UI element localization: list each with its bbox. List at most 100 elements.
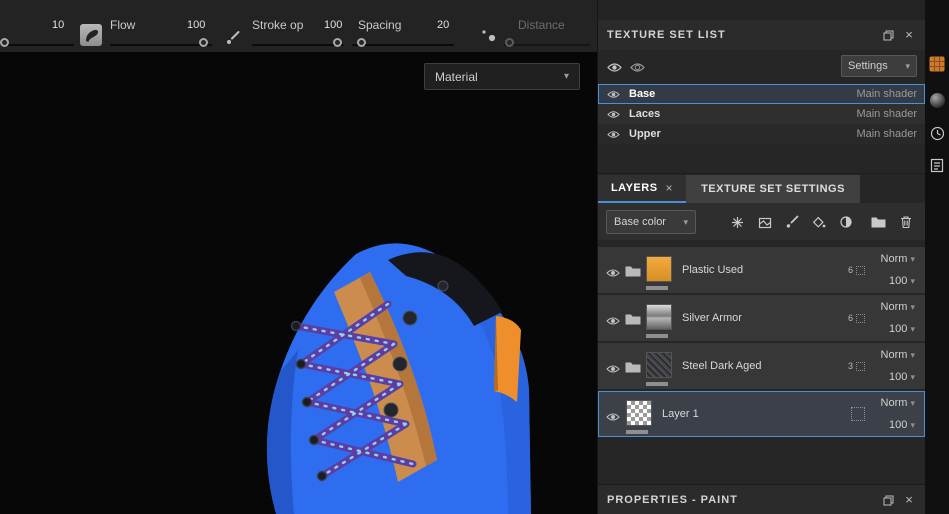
display-settings-sphere-icon[interactable] bbox=[929, 92, 945, 108]
distance-slider-track[interactable] bbox=[504, 44, 590, 46]
dock-top-spacer bbox=[598, 0, 925, 20]
layers-toolbar: Base color ▾ bbox=[598, 203, 925, 240]
opacity-field[interactable]: 100 ▾ bbox=[889, 275, 915, 287]
trash-icon[interactable] bbox=[898, 214, 914, 230]
app-window: 10 Flow 100 Stroke op 100 Spacing 20 Dis… bbox=[0, 0, 949, 514]
dotted-box-icon bbox=[851, 407, 865, 421]
layer-thumbnail[interactable] bbox=[626, 400, 652, 426]
layer-mask-bar bbox=[646, 382, 668, 386]
panel-tabs: LAYERS × TEXTURE SET SETTINGS bbox=[598, 175, 925, 203]
opacity-field[interactable]: 100 ▾ bbox=[889, 419, 915, 431]
layer-row-silver-armor[interactable]: Silver Armor 6 Norm ▾ 100 ▾ bbox=[598, 295, 925, 341]
brush-stroke-icon bbox=[86, 29, 99, 42]
viewport-3d[interactable]: Material ▾ bbox=[0, 52, 597, 514]
settings-dropdown-label: Settings bbox=[848, 60, 888, 72]
texture-set-row-laces[interactable]: Laces Main shader bbox=[598, 104, 925, 124]
flow-slider-track[interactable] bbox=[110, 44, 212, 46]
smudge-icon[interactable] bbox=[838, 214, 854, 230]
size-slider-track[interactable] bbox=[2, 44, 74, 46]
layer-effects-badge: 6 bbox=[848, 313, 865, 323]
close-icon[interactable]: × bbox=[666, 181, 674, 195]
effects-count: 6 bbox=[847, 313, 853, 323]
size-slider-knob[interactable] bbox=[0, 38, 9, 47]
chevron-down-icon: ▾ bbox=[910, 398, 915, 408]
blend-mode-dropdown[interactable]: Norm ▾ bbox=[881, 253, 915, 265]
properties-title: PROPERTIES - PAINT bbox=[607, 493, 738, 506]
close-icon[interactable]: × bbox=[902, 28, 916, 42]
log-icon[interactable] bbox=[929, 157, 945, 173]
close-icon[interactable]: × bbox=[902, 493, 916, 507]
properties-header: PROPERTIES - PAINT × bbox=[598, 484, 925, 514]
chevron-down-icon: ▾ bbox=[683, 216, 688, 227]
texture-set-row-base[interactable]: Base Main shader bbox=[598, 84, 925, 104]
folder-icon bbox=[625, 264, 641, 282]
eye-icon[interactable] bbox=[606, 313, 620, 331]
dotted-box-icon bbox=[856, 265, 865, 275]
layer-name: Layer 1 bbox=[662, 408, 699, 420]
tab-layers[interactable]: LAYERS × bbox=[598, 175, 686, 203]
brush-preview-button[interactable] bbox=[80, 24, 102, 46]
layer-row-layer-1[interactable]: Layer 1 Norm ▾ 100 ▾ bbox=[598, 391, 925, 437]
folder-icon bbox=[625, 312, 641, 330]
layer-name: Steel Dark Aged bbox=[682, 360, 762, 372]
texture-set-list-header: TEXTURE SET LIST × bbox=[598, 20, 925, 50]
eye-icon[interactable] bbox=[607, 130, 620, 139]
eye-outline-icon[interactable] bbox=[630, 60, 645, 78]
layer-thumbnail[interactable] bbox=[646, 352, 672, 378]
size-value: 10 bbox=[52, 19, 65, 31]
undock-icon[interactable] bbox=[881, 28, 895, 42]
history-icon[interactable] bbox=[929, 125, 945, 141]
layer-mask-bar bbox=[646, 334, 668, 338]
chevron-down-icon: ▾ bbox=[910, 372, 915, 382]
texture-set-name: Upper bbox=[629, 128, 661, 140]
channel-dropdown[interactable]: Base color ▾ bbox=[606, 210, 696, 234]
texture-set-name: Laces bbox=[629, 108, 661, 120]
settings-dropdown[interactable]: Settings ▾ bbox=[841, 55, 917, 77]
layer-effects-badge bbox=[851, 407, 865, 421]
add-effect-icon[interactable] bbox=[729, 214, 745, 230]
blend-mode-dropdown[interactable]: Norm ▾ bbox=[881, 349, 915, 361]
stamp-icon[interactable] bbox=[757, 214, 773, 230]
texture-set-row-upper[interactable]: Upper Main shader bbox=[598, 124, 925, 144]
channel-dropdown-label: Base color bbox=[614, 216, 666, 228]
spacing-slider-knob[interactable] bbox=[357, 38, 366, 47]
texture-set-filter-row: Settings ▾ bbox=[598, 50, 925, 82]
boot-3d-model[interactable] bbox=[238, 230, 568, 514]
layer-row-steel-dark-aged[interactable]: Steel Dark Aged 3 Norm ▾ 100 ▾ bbox=[598, 343, 925, 389]
fill-bucket-icon[interactable] bbox=[811, 214, 827, 230]
eye-icon[interactable] bbox=[606, 361, 620, 379]
folder-icon bbox=[625, 360, 641, 378]
chevron-down-icon: ▾ bbox=[905, 60, 910, 71]
flow-value: 100 bbox=[187, 19, 206, 31]
layer-row-plastic-used[interactable]: Plastic Used 6 Norm ▾ 100 ▾ bbox=[598, 247, 925, 293]
eye-icon[interactable] bbox=[607, 110, 620, 119]
effects-count: 6 bbox=[847, 265, 853, 275]
add-folder-icon[interactable] bbox=[870, 214, 886, 230]
spacing-value: 20 bbox=[437, 19, 450, 31]
stroke-opacity-slider-track[interactable] bbox=[252, 44, 344, 46]
stroke-opacity-slider-knob[interactable] bbox=[333, 38, 342, 47]
blend-mode-dropdown[interactable]: Norm ▾ bbox=[881, 397, 915, 409]
assets-icon[interactable] bbox=[929, 56, 945, 72]
brush-tip-icon bbox=[225, 30, 241, 46]
tab-texture-set-settings[interactable]: TEXTURE SET SETTINGS bbox=[686, 175, 860, 203]
opacity-field[interactable]: 100 ▾ bbox=[889, 371, 915, 383]
flow-slider-knob[interactable] bbox=[199, 38, 208, 47]
layer-thumbnail[interactable] bbox=[646, 304, 672, 330]
distance-slider-knob[interactable] bbox=[505, 38, 514, 47]
opacity-field[interactable]: 100 ▾ bbox=[889, 323, 915, 335]
layer-thumbnail[interactable] bbox=[646, 256, 672, 282]
undock-icon[interactable] bbox=[881, 493, 895, 507]
paint-brush-icon[interactable] bbox=[784, 214, 800, 230]
layer-name: Plastic Used bbox=[682, 264, 744, 276]
dotted-box-icon bbox=[856, 313, 865, 323]
eye-icon[interactable] bbox=[607, 90, 620, 99]
viewport-shading-dropdown[interactable]: Material ▾ bbox=[424, 63, 580, 90]
eye-icon[interactable] bbox=[606, 409, 620, 427]
chevron-down-icon: ▾ bbox=[910, 276, 915, 286]
blend-mode-dropdown[interactable]: Norm ▾ bbox=[881, 301, 915, 313]
spacing-slider-track[interactable] bbox=[352, 44, 454, 46]
eye-visible-icon[interactable] bbox=[607, 60, 622, 78]
eye-icon[interactable] bbox=[606, 265, 620, 283]
texture-set-shader: Main shader bbox=[856, 88, 917, 100]
